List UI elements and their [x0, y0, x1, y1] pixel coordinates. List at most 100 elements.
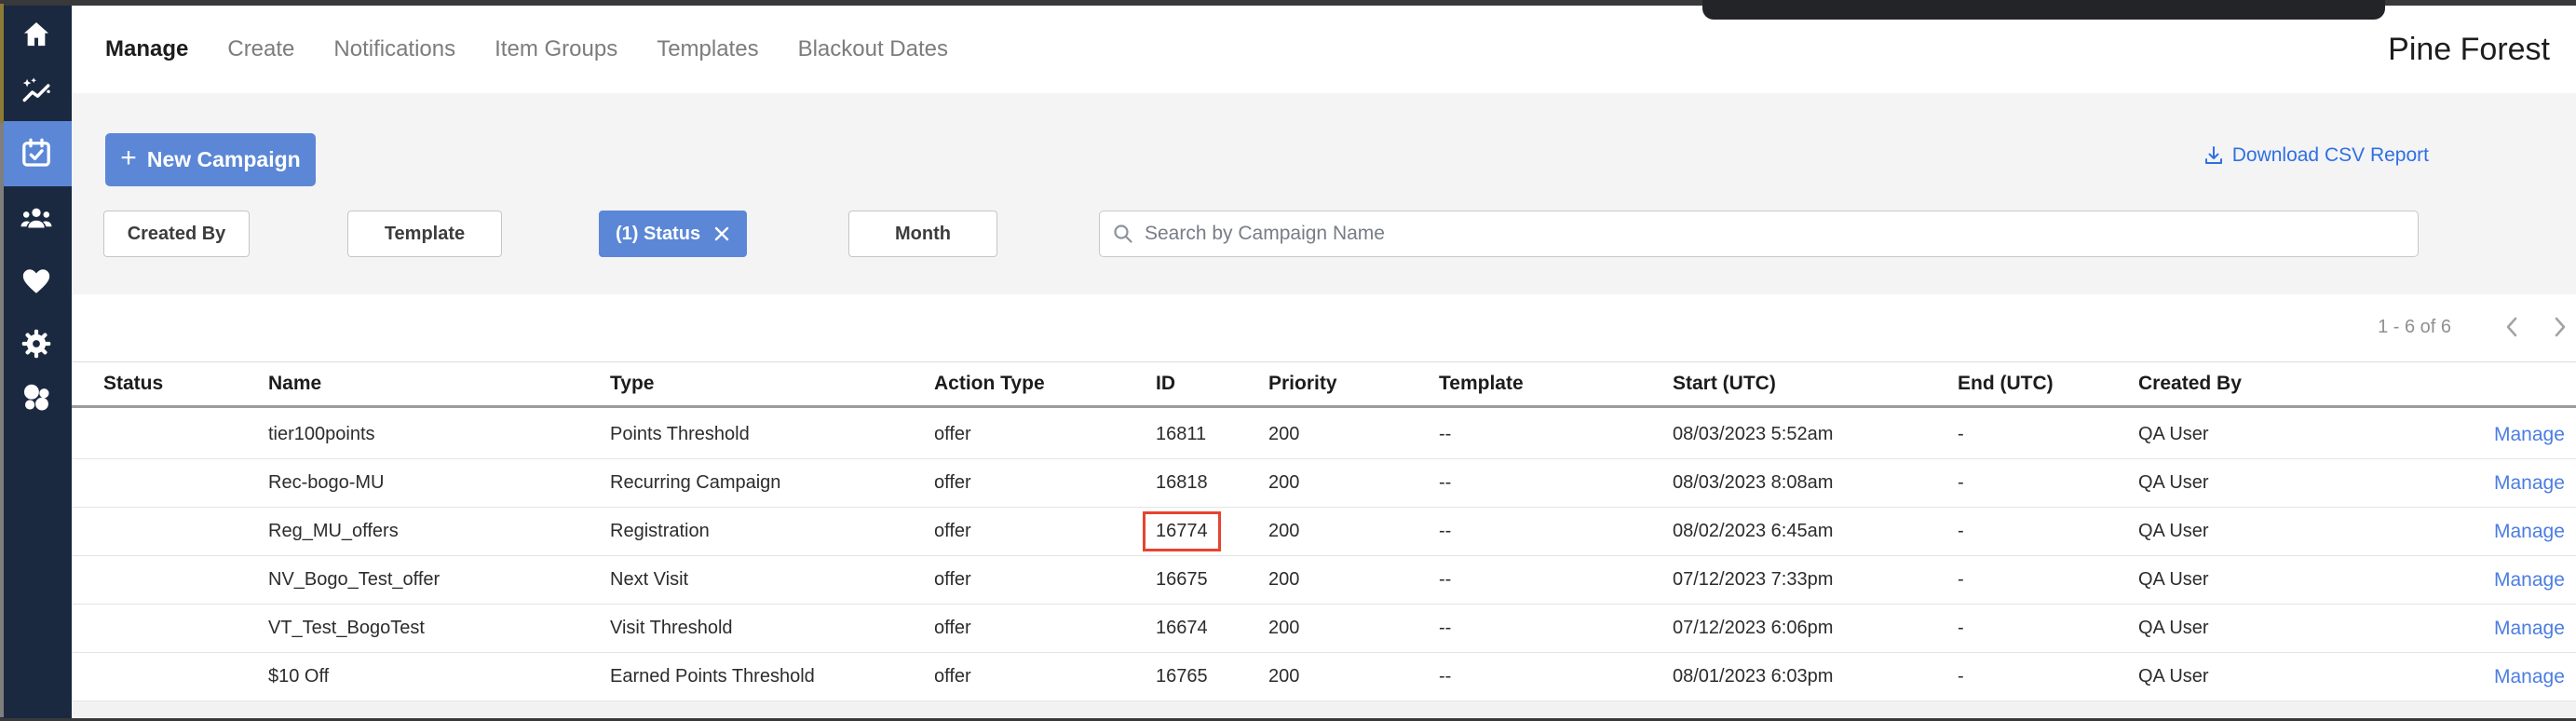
created-by: QA User	[2138, 424, 2494, 445]
campaign-id: 16674	[1143, 608, 1221, 648]
priority: 200	[1268, 569, 1439, 591]
sidebar-item-loyalty[interactable]	[0, 259, 72, 304]
sidebar-item-segments[interactable]	[0, 375, 72, 420]
campaign-id: 16774	[1143, 511, 1221, 551]
created-by: QA User	[2138, 618, 2494, 639]
prev-page-button[interactable]	[2503, 315, 2520, 339]
next-page-button[interactable]	[2552, 315, 2569, 339]
campaign-id-cell: 16675	[1156, 569, 1268, 591]
tab-blackout-dates[interactable]: Blackout Dates	[798, 36, 948, 62]
tab-create[interactable]: Create	[227, 36, 294, 62]
insights-icon	[20, 76, 52, 108]
download-csv-link[interactable]: Download CSV Report	[2203, 144, 2429, 167]
manage-cell: Manage	[2494, 569, 2576, 592]
campaign-id-cell: 16674	[1156, 618, 1268, 639]
brand-name: Pine Forest	[2388, 32, 2576, 68]
segments-icon	[20, 381, 53, 415]
toolbar: + New Campaign Download CSV Report Creat…	[72, 93, 2576, 294]
manage-cell: Manage	[2494, 424, 2576, 446]
action-type: offer	[934, 424, 1156, 445]
col-header-action-type: Action Type	[934, 373, 1156, 395]
screen-left-edge	[0, 4, 4, 123]
campaign-manager-screen: Manage Create Notifications Item Groups …	[0, 0, 2576, 721]
col-header-id: ID	[1156, 373, 1268, 395]
priority: 200	[1268, 472, 1439, 494]
status-cell	[103, 666, 268, 687]
start-utc: 08/01/2023 6:03pm	[1673, 666, 1958, 687]
manage-link[interactable]: Manage	[2494, 521, 2576, 543]
heart-icon	[20, 265, 52, 297]
status-cell	[103, 472, 268, 494]
sidebar-item-insights[interactable]	[0, 70, 72, 115]
status-cell	[103, 618, 268, 639]
calendar-check-icon	[20, 137, 53, 170]
filter-month[interactable]: Month	[848, 211, 997, 257]
campaign-name: Reg_MU_offers	[268, 521, 610, 542]
campaign-id-cell: 16818	[1156, 472, 1268, 494]
table-row: $10 Off Earned Points Threshold offer 16…	[72, 653, 2576, 701]
manage-link[interactable]: Manage	[2494, 666, 2576, 688]
audience-icon	[20, 201, 53, 235]
sidebar-item-settings[interactable]	[0, 321, 72, 366]
tab-templates[interactable]: Templates	[657, 36, 758, 62]
manage-cell: Manage	[2494, 521, 2576, 543]
filter-status[interactable]: (1) Status	[599, 211, 747, 257]
template: --	[1439, 569, 1673, 591]
action-type: offer	[934, 472, 1156, 494]
campaign-type: Visit Threshold	[610, 618, 934, 639]
manage-link[interactable]: Manage	[2494, 618, 2576, 640]
new-campaign-button[interactable]: + New Campaign	[105, 133, 316, 186]
table-row: VT_Test_BogoTest Visit Threshold offer 1…	[72, 605, 2576, 653]
campaign-id: 16765	[1143, 657, 1221, 697]
status-cell	[103, 521, 268, 542]
tab-item-groups[interactable]: Item Groups	[495, 36, 617, 62]
start-utc: 07/12/2023 6:06pm	[1673, 618, 1958, 639]
download-icon	[2203, 145, 2224, 166]
start-utc: 07/12/2023 7:33pm	[1673, 569, 1958, 591]
new-campaign-label: New Campaign	[147, 147, 301, 172]
table-section: 1 - 6 of 6 Status Name Type Action Type	[72, 294, 2576, 721]
col-header-name: Name	[268, 373, 610, 395]
campaign-id: 16811	[1143, 415, 1219, 455]
campaign-type: Earned Points Threshold	[610, 666, 934, 687]
col-header-start-utc: Start (UTC)	[1673, 373, 1958, 395]
template: --	[1439, 666, 1673, 687]
action-type: offer	[934, 618, 1156, 639]
tab-notifications[interactable]: Notifications	[333, 36, 455, 62]
search-icon	[1112, 223, 1134, 245]
sidebar-item-campaigns[interactable]	[0, 121, 72, 186]
table-body: tier100points Points Threshold offer 168…	[72, 411, 2576, 701]
col-header-template: Template	[1439, 373, 1673, 395]
col-header-status: Status	[103, 373, 268, 395]
sidebar-item-home[interactable]	[0, 12, 72, 57]
status-cell	[103, 424, 268, 445]
manage-link[interactable]: Manage	[2494, 424, 2576, 446]
pagination: 1 - 6 of 6	[2378, 315, 2569, 339]
campaign-id-cell: 16774	[1156, 521, 1268, 542]
tab-manage[interactable]: Manage	[105, 36, 188, 62]
campaign-id-cell: 16811	[1156, 424, 1268, 445]
col-header-created-by: Created By	[2138, 373, 2494, 395]
campaign-name: Rec-bogo-MU	[268, 472, 610, 494]
remove-filter-icon[interactable]	[713, 225, 730, 242]
priority: 200	[1268, 521, 1439, 542]
manage-cell: Manage	[2494, 472, 2576, 495]
template: --	[1439, 618, 1673, 639]
campaign-id: 16818	[1143, 463, 1221, 503]
search-field-wrap	[1099, 211, 2419, 257]
filter-template[interactable]: Template	[347, 211, 502, 257]
action-type: offer	[934, 521, 1156, 542]
manage-link[interactable]: Manage	[2494, 472, 2576, 495]
screen-left-edge	[0, 123, 4, 717]
action-type: offer	[934, 666, 1156, 687]
created-by: QA User	[2138, 521, 2494, 542]
campaign-type: Points Threshold	[610, 424, 934, 445]
template: --	[1439, 424, 1673, 445]
chevron-right-icon	[2552, 315, 2569, 339]
filter-created-by[interactable]: Created By	[103, 211, 250, 257]
manage-link[interactable]: Manage	[2494, 569, 2576, 592]
campaign-name: tier100points	[268, 424, 610, 445]
priority: 200	[1268, 618, 1439, 639]
search-input[interactable]	[1099, 211, 2419, 257]
sidebar-item-audience[interactable]	[0, 196, 72, 240]
